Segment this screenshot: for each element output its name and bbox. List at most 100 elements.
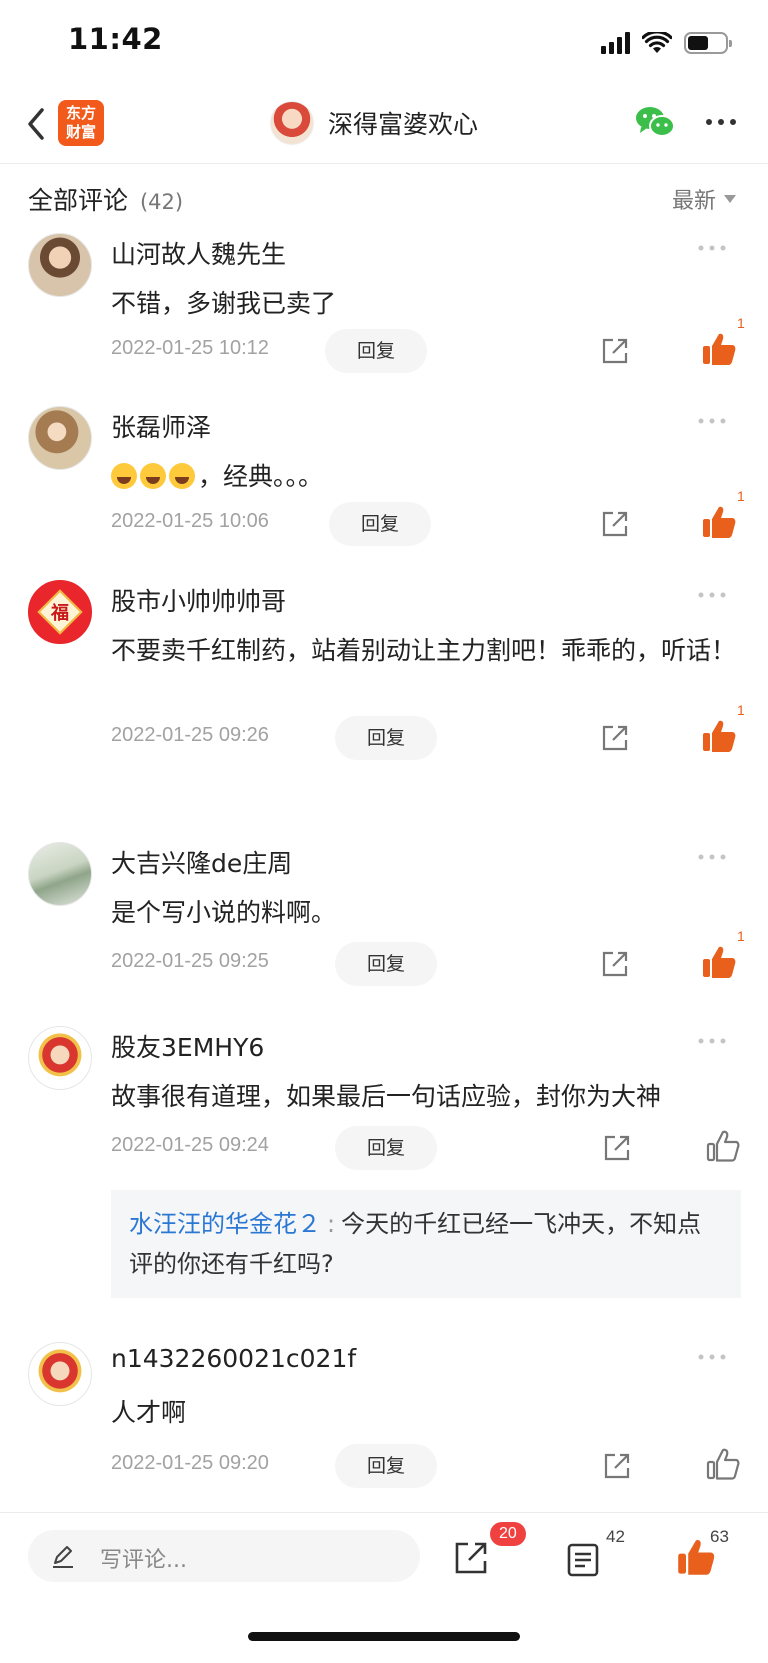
logo-line-1: 东方	[65, 104, 96, 122]
status-time: 11:42	[68, 22, 163, 56]
wechat-share-icon[interactable]	[635, 104, 675, 140]
logo-line-2: 财富	[65, 123, 96, 141]
avatar[interactable]	[28, 233, 92, 297]
comment-username[interactable]: 山河故人魏先生	[111, 235, 286, 271]
page-title: 深得富婆欢心	[328, 110, 479, 139]
comment-meta: 2022-01-25 10:12 回复 1	[111, 315, 751, 373]
sort-dropdown[interactable]: 最新	[672, 183, 736, 215]
wifi-icon	[642, 32, 672, 53]
avatar[interactable]	[28, 1342, 92, 1406]
comment-item: 大吉兴隆de庄周 是个写小说的料啊。 2022-01-25 09:25 回复 1	[0, 842, 768, 992]
back-arrow-icon[interactable]	[22, 104, 54, 144]
reply-button[interactable]: 回复	[335, 716, 437, 760]
laughing-emoji-icon	[111, 463, 137, 489]
signal-icon	[601, 32, 630, 54]
home-indicator	[248, 1632, 520, 1641]
comment-input-placeholder: 写评论...	[100, 1548, 187, 1573]
more-options-icon[interactable]	[704, 112, 738, 132]
comment-item: 山河故人魏先生 不错，多谢我已卖了 2022-01-25 10:12 回复 1	[0, 233, 768, 383]
author-avatar[interactable]	[270, 101, 314, 145]
comment-more-icon[interactable]	[697, 1036, 727, 1046]
avatar[interactable]	[28, 406, 92, 470]
thumbs-up-filled-icon[interactable]	[701, 331, 737, 367]
reply-button[interactable]: 回复	[335, 942, 437, 986]
thumbs-up-filled-icon[interactable]	[701, 718, 737, 754]
status-icons	[601, 28, 732, 58]
share-icon[interactable]	[599, 722, 631, 754]
like-count: 1	[737, 702, 745, 718]
comment-username[interactable]: 股友3EMHY6	[111, 1028, 264, 1064]
comment-text: ，经典。。。	[111, 454, 739, 499]
comment-text: 故事很有道理，如果最后一句话应验，封你为大神	[111, 1082, 662, 1111]
reply-button[interactable]: 回复	[335, 1126, 437, 1170]
fu-char: 福	[51, 603, 69, 624]
reply-button[interactable]: 回复	[335, 1444, 437, 1488]
pencil-icon	[53, 1546, 73, 1568]
comment-meta: 2022-01-25 09:24 回复	[111, 1126, 751, 1170]
thumbs-up-outline-icon[interactable]	[705, 1128, 741, 1164]
share-icon[interactable]	[452, 1539, 490, 1577]
avatar[interactable]: 福	[28, 580, 92, 644]
likes-total-count: 63	[710, 1527, 729, 1546]
comments-title-text: 全部评论	[28, 186, 129, 215]
comment-username[interactable]: n1432260021c021f	[111, 1344, 356, 1373]
quoted-username[interactable]: 水汪汪的华金花２	[129, 1210, 321, 1238]
like-count: 1	[737, 928, 745, 944]
quoted-reply[interactable]: 水汪汪的华金花２: 今天的千红已经一飞冲天，不知点评的你还有千红吗?	[111, 1190, 741, 1298]
comment-time: 2022-01-25 10:06	[111, 510, 269, 532]
nav-bar: 东方 财富 深得富婆欢心	[0, 84, 768, 164]
comment-time: 2022-01-25 09:26	[111, 724, 269, 746]
comment-more-icon[interactable]	[697, 416, 727, 426]
comments-total-count: 42	[606, 1527, 625, 1546]
thumbs-up-filled-icon[interactable]	[701, 944, 737, 980]
comment-username[interactable]: 张磊师泽	[111, 408, 211, 444]
comment-username[interactable]: 大吉兴隆de庄周	[111, 844, 292, 880]
chevron-down-icon	[724, 195, 736, 203]
status-bar: 11:42	[0, 0, 768, 84]
comment-time: 2022-01-25 09:20	[111, 1452, 269, 1474]
nav-author[interactable]: 深得富婆欢心	[270, 100, 478, 146]
avatar[interactable]	[28, 842, 92, 906]
comment-time: 2022-01-25 10:12	[111, 337, 269, 359]
comment-item: n1432260021c021f 人才啊 2022-01-25 09:20 回复	[0, 1342, 768, 1492]
app-logo[interactable]: 东方 财富	[58, 100, 104, 146]
comment-meta: 2022-01-25 09:26 回复 1	[111, 702, 751, 760]
thumbs-up-filled-icon[interactable]	[701, 504, 737, 540]
share-icon[interactable]	[599, 948, 631, 980]
sort-label: 最新	[671, 189, 716, 214]
comment-item: 张磊师泽 ，经典。。。 2022-01-25 10:06 回复 1	[0, 406, 768, 556]
comment-text-content: ，经典。。。	[198, 462, 324, 491]
comment-time: 2022-01-25 09:24	[111, 1134, 269, 1156]
share-icon[interactable]	[601, 1132, 633, 1164]
comment-more-icon[interactable]	[697, 1352, 727, 1362]
comment-username[interactable]: 股市小帅帅帅哥	[111, 582, 286, 618]
like-count: 1	[737, 488, 745, 504]
comments-header: 全部评论 (42) 最新	[0, 165, 768, 229]
comment-time: 2022-01-25 09:25	[111, 950, 269, 972]
comment-more-icon[interactable]	[697, 852, 727, 862]
comment-text: 不要卖千红制药，站着别动让主力割吧！乖乖的，听话！	[111, 636, 737, 665]
comments-count: (42)	[139, 190, 184, 214]
quoted-colon: :	[327, 1210, 336, 1238]
comment-text: 是个写小说的料啊。	[111, 898, 337, 927]
share-icon[interactable]	[599, 508, 631, 540]
reply-button[interactable]: 回复	[329, 502, 431, 546]
thumbs-up-outline-icon[interactable]	[705, 1446, 741, 1482]
reply-button[interactable]: 回复	[325, 329, 427, 373]
comment-more-icon[interactable]	[697, 590, 727, 600]
comment-more-icon[interactable]	[697, 243, 727, 253]
share-icon[interactable]	[599, 335, 631, 367]
laughing-emoji-icon	[140, 463, 166, 489]
share-icon[interactable]	[601, 1450, 633, 1482]
comment-text: 不错，多谢我已卖了	[111, 289, 337, 318]
comments-title: 全部评论 (42)	[28, 181, 183, 217]
comment-meta: 2022-01-25 10:06 回复 1	[111, 488, 751, 546]
comment-meta: 2022-01-25 09:25 回复 1	[111, 928, 751, 986]
comment-item: 股友3EMHY6 故事很有道理，如果最后一句话应验，封你为大神 2022-01-…	[0, 1026, 768, 1306]
comment-item: 福 股市小帅帅帅哥 不要卖千红制药，站着别动让主力割吧！乖乖的，听话！ 2022…	[0, 580, 768, 780]
avatar[interactable]	[28, 1026, 92, 1090]
comment-meta: 2022-01-25 09:20 回复	[111, 1444, 751, 1488]
comment-input[interactable]: 写评论...	[28, 1530, 420, 1582]
comment-text: 人才啊	[111, 1398, 187, 1427]
comments-list-icon[interactable]	[564, 1541, 602, 1579]
